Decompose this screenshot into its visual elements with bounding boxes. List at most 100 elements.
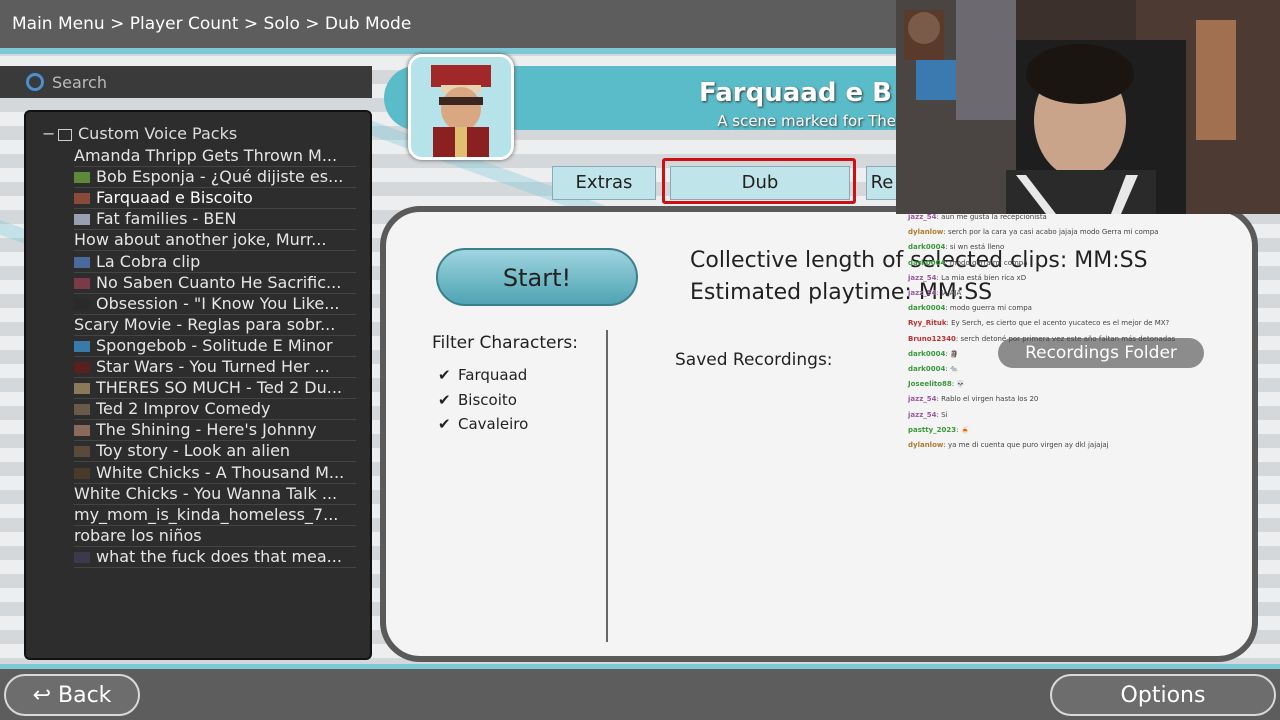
filter-character-farquaad[interactable]: ✔ Farquaad bbox=[438, 366, 527, 384]
chat-username: dark0004 bbox=[908, 304, 946, 313]
tree-item[interactable]: Obsession - "I Know You Like... bbox=[74, 293, 356, 315]
options-button[interactable]: Options bbox=[1050, 674, 1276, 716]
expand-icon[interactable]: + bbox=[74, 504, 75, 525]
chat-username: jazz_54 bbox=[908, 213, 937, 221]
filter-character-biscoito[interactable]: ✔ Biscoito bbox=[438, 391, 517, 409]
filter-character-cavaleiro[interactable]: ✔ Cavaleiro bbox=[438, 415, 528, 433]
tree-item-label: La Cobra clip bbox=[96, 251, 201, 271]
chat-message: dark0004: 🗿 bbox=[908, 350, 959, 358]
tree-item[interactable]: La Cobra clip bbox=[74, 251, 356, 273]
thumbnail-icon bbox=[74, 404, 90, 416]
chat-message: Bruno12340: serch detoné por primera vez… bbox=[908, 335, 1175, 343]
tree-item[interactable]: THERES SO MUCH - Ted 2 Du... bbox=[74, 377, 356, 400]
search-bar[interactable]: Search bbox=[0, 66, 372, 98]
tree-item[interactable]: robare los niños bbox=[74, 525, 356, 547]
chat-message: dylanlow: ya me di cuenta que puro virge… bbox=[908, 441, 1109, 449]
chat-message: jazz_54: JAJAJA bbox=[908, 289, 961, 297]
voice-pack-tree[interactable]: − Custom Voice Packs Amanda Thripp Gets T… bbox=[24, 110, 372, 660]
tree-item-label: No Saben Cuanto He Sacrific... bbox=[96, 272, 342, 292]
tab-re[interactable]: Re bbox=[866, 166, 898, 200]
tree-item-label: Bob Esponja - ¿Qué dijiste es... bbox=[96, 167, 344, 187]
tree-item[interactable]: The Shining - Here's Johnny bbox=[74, 419, 356, 442]
tree-item[interactable]: Star Wars - You Turned Her ... bbox=[74, 356, 356, 378]
tab-extras[interactable]: Extras bbox=[552, 166, 656, 200]
chat-text: : 💀 bbox=[951, 380, 966, 389]
tree-item[interactable]: +my_mom_is_kinda_homeless_7... bbox=[74, 504, 356, 526]
character-label: Cavaleiro bbox=[458, 415, 529, 433]
chat-username: jazz_54 bbox=[908, 289, 937, 297]
scene-title: Farquaad e B bbox=[699, 78, 892, 108]
tree-item[interactable]: Bob Esponja - ¿Qué dijiste es... bbox=[74, 166, 356, 189]
chat-message: dark0004: modo gerra mi compa bbox=[908, 259, 1028, 267]
tree-item[interactable]: Spongebob - Solitude E Minor bbox=[74, 335, 356, 357]
thumbnail-icon bbox=[74, 214, 90, 226]
tree-root[interactable]: − Custom Voice Packs bbox=[42, 124, 237, 143]
chat-text: : 🐀 bbox=[945, 365, 959, 373]
thumbnail-icon bbox=[74, 551, 90, 563]
chat-message: jazz_54: Si bbox=[908, 411, 948, 419]
tree-item-label: How about another joke, Murr... bbox=[74, 230, 327, 250]
search-input[interactable]: Search bbox=[52, 73, 107, 92]
character-label: Biscoito bbox=[458, 391, 517, 409]
chat-message: jazz_54: aun me gusta la recepcionista bbox=[908, 213, 1047, 221]
tree-item-label: my_mom_is_kinda_homeless_7... bbox=[74, 504, 339, 524]
chat-message: dylanlow: serch por la cara ya casi acab… bbox=[908, 228, 1158, 236]
checkmark-icon: ✔ bbox=[438, 391, 451, 409]
thumbnail-icon bbox=[74, 193, 90, 205]
tree-item[interactable]: Ted 2 Improv Comedy bbox=[74, 398, 356, 421]
chat-message: Joseelito88: 💀 bbox=[908, 380, 965, 388]
tree-item-label: Fat families - BEN bbox=[96, 209, 237, 229]
tree-item-label: Scary Movie - Reglas para sobr... bbox=[74, 314, 336, 334]
chat-username: Ryy_Rituk bbox=[908, 319, 947, 328]
tree-item[interactable]: what the fuck does that mea... bbox=[74, 546, 356, 568]
tree-item[interactable]: Toy story - Look an alien bbox=[74, 440, 356, 463]
chat-text: : modo guerra mi compa bbox=[945, 304, 1032, 313]
chat-username: dark0004 bbox=[908, 258, 946, 267]
chat-message: jazz_54: La mia está bien rica xD bbox=[908, 274, 1026, 282]
chat-username: dark0004 bbox=[908, 349, 946, 358]
top-bar: Main Menu > Player Count > Solo > Dub Mo… bbox=[0, 0, 900, 54]
collapse-icon[interactable]: − bbox=[42, 124, 56, 143]
thumbnail-icon bbox=[74, 277, 90, 289]
chat-message: dark0004: si wn está lleno bbox=[908, 243, 1004, 251]
tree-item[interactable]: White Chicks - A Thousand M... bbox=[74, 462, 356, 484]
tree-item[interactable]: Amanda Thripp Gets Thrown M... bbox=[74, 145, 356, 167]
panel-divider bbox=[606, 330, 608, 642]
tree-item[interactable]: White Chicks - You Wanna Talk ... bbox=[74, 483, 356, 505]
chat-message: pastty_2023: 🍝 bbox=[908, 426, 969, 434]
start-button[interactable]: Start! bbox=[436, 248, 638, 306]
chat-text: : Rablo el virgen hasta los 20 bbox=[936, 395, 1039, 404]
chat-text: : Si bbox=[936, 410, 948, 419]
chat-text: : serch detoné por primera vez este año … bbox=[955, 334, 1176, 343]
filter-characters-label: Filter Characters: bbox=[432, 333, 579, 353]
tree-item[interactable]: Scary Movie - Reglas para sobr... bbox=[74, 314, 356, 336]
tree-item[interactable]: No Saben Cuanto He Sacrific... bbox=[74, 272, 356, 294]
checkmark-icon: ✔ bbox=[438, 366, 451, 384]
chat-username: dylanlow bbox=[908, 228, 944, 237]
tree-item[interactable]: Farquaad e Biscoito bbox=[74, 187, 356, 210]
thumbnail-icon bbox=[74, 172, 90, 184]
tree-item[interactable]: How about another joke, Murr... bbox=[74, 229, 356, 252]
bottom-bar-accent bbox=[0, 664, 1280, 669]
back-button[interactable]: ↩ Back bbox=[4, 674, 140, 716]
character-portrait bbox=[408, 54, 514, 160]
selected-tab-highlight bbox=[662, 158, 856, 204]
farquaad-portrait-image bbox=[411, 57, 511, 157]
thumbnail-icon bbox=[74, 256, 90, 268]
chat-username: jazz_54 bbox=[908, 410, 937, 419]
tree-item[interactable]: Fat families - BEN bbox=[74, 208, 356, 231]
chat-username: dark0004 bbox=[908, 365, 946, 373]
tree-item-label: robare los niños bbox=[74, 525, 202, 545]
tree-item-label: Ted 2 Improv Comedy bbox=[96, 399, 271, 419]
tree-item-label: The Shining - Here's Johnny bbox=[96, 420, 317, 440]
thumbnail-icon bbox=[74, 340, 90, 352]
tree-item-label: Obsession - "I Know You Like... bbox=[96, 293, 340, 313]
thumbnail-icon bbox=[74, 383, 90, 395]
webcam-overlay bbox=[896, 0, 1280, 214]
chat-text: : modo gerra mi compa bbox=[945, 258, 1028, 267]
chat-text: : aun me gusta la recepcionista bbox=[936, 213, 1047, 221]
chat-message: dark0004: 🐀 bbox=[908, 365, 959, 373]
webcam-image bbox=[896, 0, 1280, 214]
chat-text: : Ey Serch, es cierto que el acento yuca… bbox=[946, 319, 1170, 328]
chat-text: : La mia está bien rica xD bbox=[936, 273, 1027, 282]
